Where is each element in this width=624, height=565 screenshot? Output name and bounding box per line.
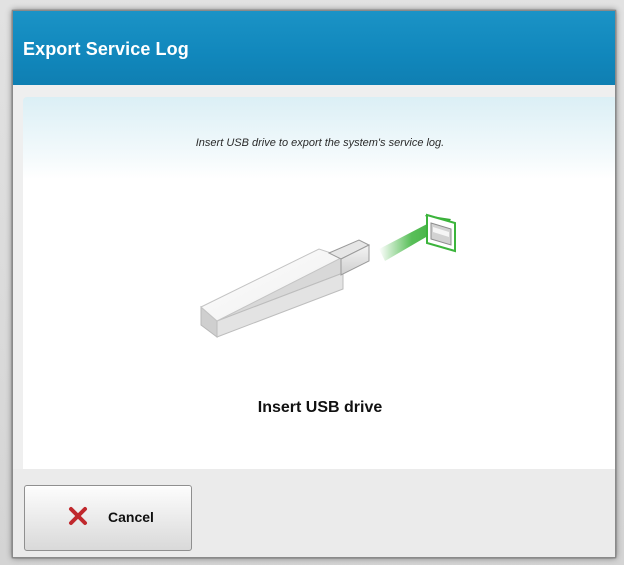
instruction-text: Insert USB drive to export the system's … [195,137,445,149]
cancel-button-label: Cancel [108,509,154,525]
close-icon [69,507,87,525]
usb-drive-insert-icon [200,213,456,338]
dialog-title: Export Service Log [23,39,189,59]
dialog-titlebar: Export Service Log [13,11,615,85]
dialog-footer: Cancel [13,469,615,557]
insert-usb-status-label: Insert USB drive [257,399,383,416]
screen-background: Export Service Log Insert USB drive to e… [0,0,624,565]
dialog-content: Insert USB drive to export the system's … [23,97,615,469]
export-service-log-dialog: Export Service Log Insert USB drive to e… [12,10,616,558]
cancel-button[interactable]: Cancel [24,485,192,551]
